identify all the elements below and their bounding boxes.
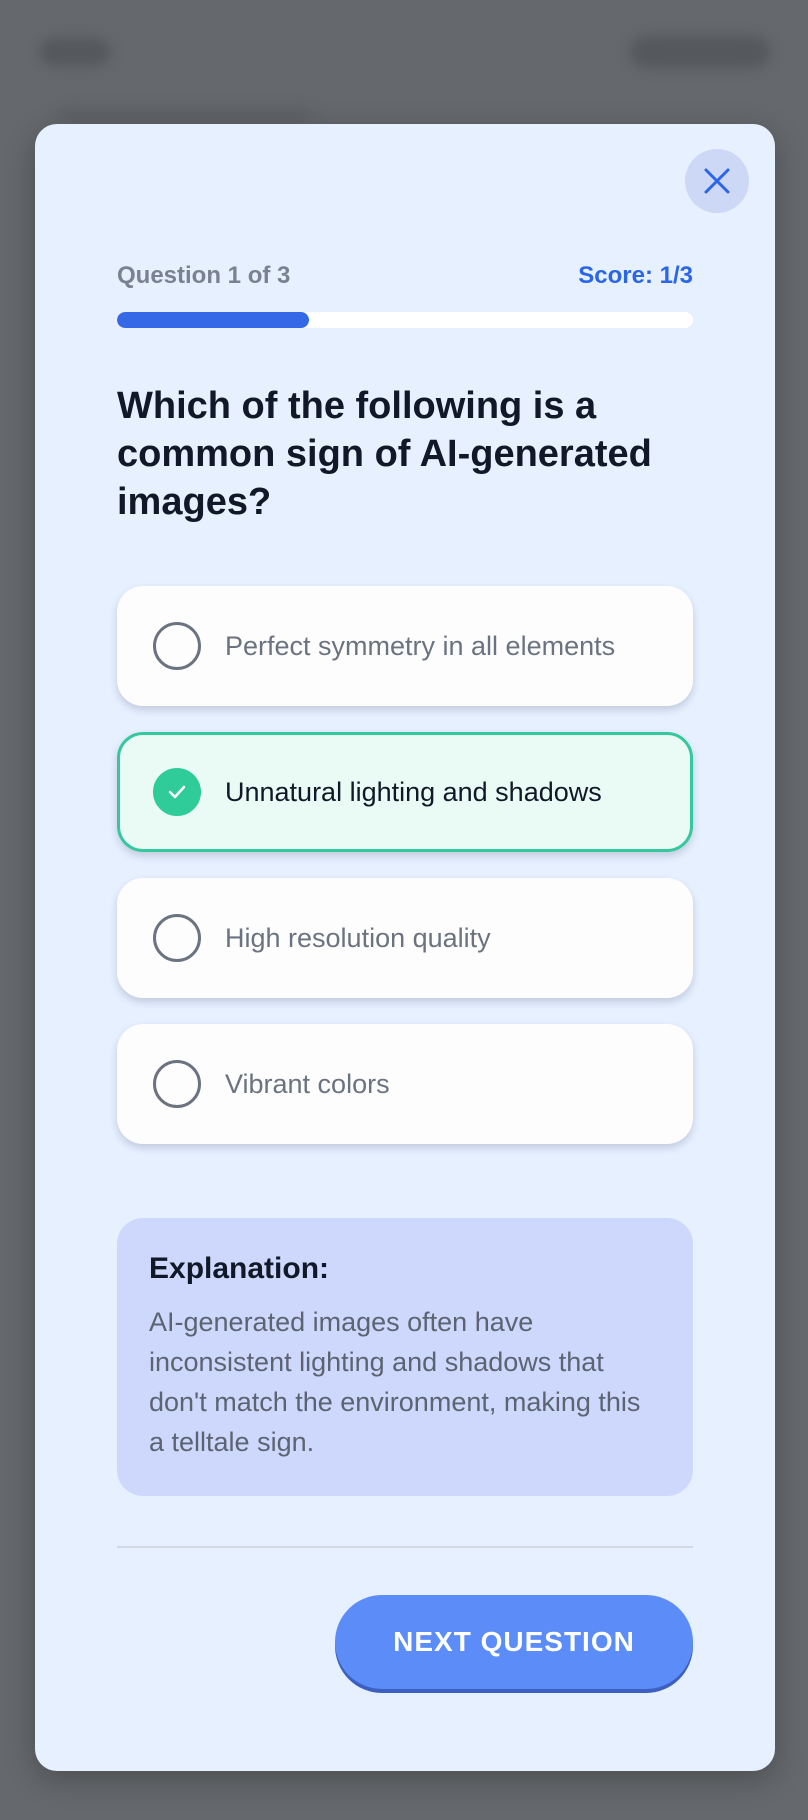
divider — [117, 1546, 693, 1548]
radio-button[interactable] — [153, 622, 201, 670]
option-1[interactable]: Perfect symmetry in all elements — [117, 586, 693, 706]
next-question-button[interactable]: NEXT QUESTION — [335, 1595, 693, 1689]
background-blur — [630, 36, 770, 68]
option-label: High resolution quality — [225, 922, 491, 953]
option-label: Vibrant colors — [225, 1068, 390, 1099]
score-label: Score: 1/3 — [578, 262, 693, 289]
radio-button[interactable] — [153, 1060, 201, 1108]
question-text: Which of the following is a common sign … — [117, 385, 652, 523]
progress-bar — [117, 312, 693, 328]
radio-button[interactable] — [153, 914, 201, 962]
progress-fill — [117, 312, 309, 328]
explanation-text: AI-generated images often have inconsist… — [149, 1307, 641, 1457]
question-counter: Question 1 of 3 — [117, 262, 291, 289]
check-icon — [168, 785, 186, 799]
background-blur — [40, 38, 110, 66]
background-blur — [60, 108, 310, 122]
explanation-title: Explanation: — [149, 1252, 330, 1285]
option-label: Unnatural lighting and shadows — [225, 776, 602, 807]
option-4[interactable]: Vibrant colors — [117, 1024, 693, 1144]
radio-button[interactable] — [153, 768, 201, 816]
quiz-header: Question 1 of 3 Score: 1/3 — [117, 262, 693, 290]
quiz-modal: Question 1 of 3 Score: 1/3 Which of the … — [35, 124, 775, 1771]
close-icon — [704, 168, 730, 194]
option-3[interactable]: High resolution quality — [117, 878, 693, 998]
option-label: Perfect symmetry in all elements — [225, 630, 616, 661]
close-button[interactable] — [685, 149, 749, 213]
explanation-box: Explanation: AI-generated images often h… — [117, 1218, 693, 1496]
option-2[interactable]: Unnatural lighting and shadows — [117, 732, 693, 852]
